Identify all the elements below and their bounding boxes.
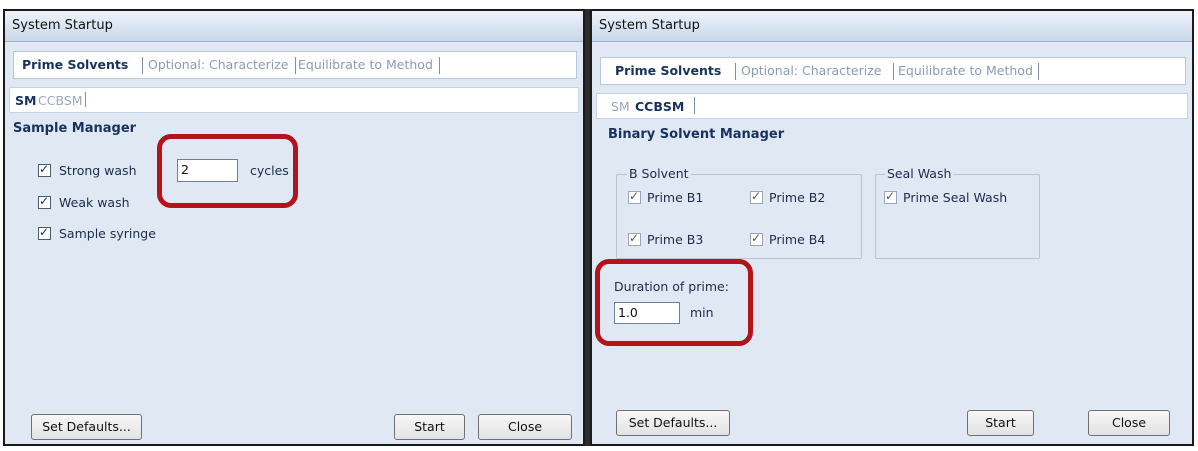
prime-b1-label: Prime B1 bbox=[647, 190, 704, 205]
tab-separator bbox=[439, 57, 440, 74]
section-title: Sample Manager bbox=[13, 121, 137, 136]
prime-b4-label: Prime B4 bbox=[769, 232, 826, 247]
system-startup-dialog-ccbsm: System Startup Prime Solvents Optional: … bbox=[590, 9, 1194, 446]
section-title: Binary Solvent Manager bbox=[608, 127, 785, 142]
subtab-sm[interactable]: SM bbox=[15, 93, 36, 108]
seal-wash-group: Seal Wash Prime Seal Wash bbox=[875, 166, 1040, 259]
sub-tab-bar: SM CCBSM bbox=[592, 91, 1192, 119]
prime-b2-label: Prime B2 bbox=[769, 190, 826, 205]
tab-equilibrate-to-method[interactable]: Equilibrate to Method bbox=[898, 63, 1033, 78]
seal-wash-group-title: Seal Wash bbox=[885, 166, 954, 181]
title-bar: System Startup bbox=[5, 11, 583, 42]
subtab-separator bbox=[694, 97, 695, 114]
tab-separator bbox=[893, 63, 894, 80]
tab-separator bbox=[1038, 63, 1039, 80]
prime-b2-checkbox[interactable] bbox=[750, 189, 763, 204]
set-defaults-button[interactable]: Set Defaults... bbox=[616, 410, 730, 436]
strong-wash-label: Strong wash bbox=[59, 163, 137, 178]
subtab-ccbsm[interactable]: CCBSM bbox=[635, 99, 684, 114]
weak-wash-checkbox[interactable] bbox=[38, 194, 51, 209]
main-tab-bar: Prime Solvents Optional: Characterize Eq… bbox=[592, 48, 1192, 85]
dialog-title: System Startup bbox=[599, 18, 700, 33]
dialog-title: System Startup bbox=[12, 18, 113, 33]
prime-seal-wash-label: Prime Seal Wash bbox=[903, 190, 1008, 205]
b-solvent-group-title: B Solvent bbox=[627, 166, 691, 181]
cycles-highlight bbox=[157, 134, 298, 208]
prime-b1-checkbox[interactable] bbox=[628, 189, 641, 204]
sample-syringe-checkbox[interactable] bbox=[38, 225, 51, 240]
subtab-sm[interactable]: SM bbox=[611, 99, 630, 114]
sample-syringe-label: Sample syringe bbox=[59, 226, 156, 241]
set-defaults-button[interactable]: Set Defaults... bbox=[31, 414, 142, 440]
tab-separator bbox=[295, 57, 296, 74]
prime-seal-wash-checkbox[interactable] bbox=[884, 189, 897, 204]
tab-separator bbox=[142, 57, 143, 74]
b-solvent-group: B Solvent Prime B1 Prime B2 Prime B3 Pri… bbox=[616, 166, 862, 259]
sub-tab-bar: SM CCBSM bbox=[5, 85, 583, 113]
strong-wash-checkbox[interactable] bbox=[38, 162, 51, 177]
start-button[interactable]: Start bbox=[394, 414, 465, 440]
tab-separator bbox=[735, 63, 736, 80]
title-bar: System Startup bbox=[592, 11, 1192, 42]
prime-b3-checkbox[interactable] bbox=[628, 231, 641, 246]
main-tab-bar: Prime Solvents Optional: Characterize Eq… bbox=[5, 48, 583, 80]
close-button[interactable]: Close bbox=[1088, 410, 1170, 436]
start-button[interactable]: Start bbox=[967, 410, 1034, 436]
prime-b4-checkbox[interactable] bbox=[750, 231, 763, 246]
subtab-ccbsm[interactable]: CCBSM bbox=[38, 93, 83, 108]
tab-prime-solvents[interactable]: Prime Solvents bbox=[615, 63, 721, 78]
tab-equilibrate-to-method[interactable]: Equilibrate to Method bbox=[298, 57, 433, 72]
tab-prime-solvents[interactable]: Prime Solvents bbox=[22, 57, 128, 72]
tab-optional-characterize[interactable]: Optional: Characterize bbox=[148, 57, 288, 72]
prime-b3-label: Prime B3 bbox=[647, 232, 704, 247]
weak-wash-label: Weak wash bbox=[59, 195, 130, 210]
subtab-separator bbox=[85, 92, 86, 107]
tab-optional-characterize[interactable]: Optional: Characterize bbox=[741, 63, 881, 78]
duration-highlight bbox=[595, 259, 753, 346]
system-startup-dialog-sm: System Startup Prime Solvents Optional: … bbox=[3, 9, 585, 446]
close-button[interactable]: Close bbox=[478, 414, 572, 440]
